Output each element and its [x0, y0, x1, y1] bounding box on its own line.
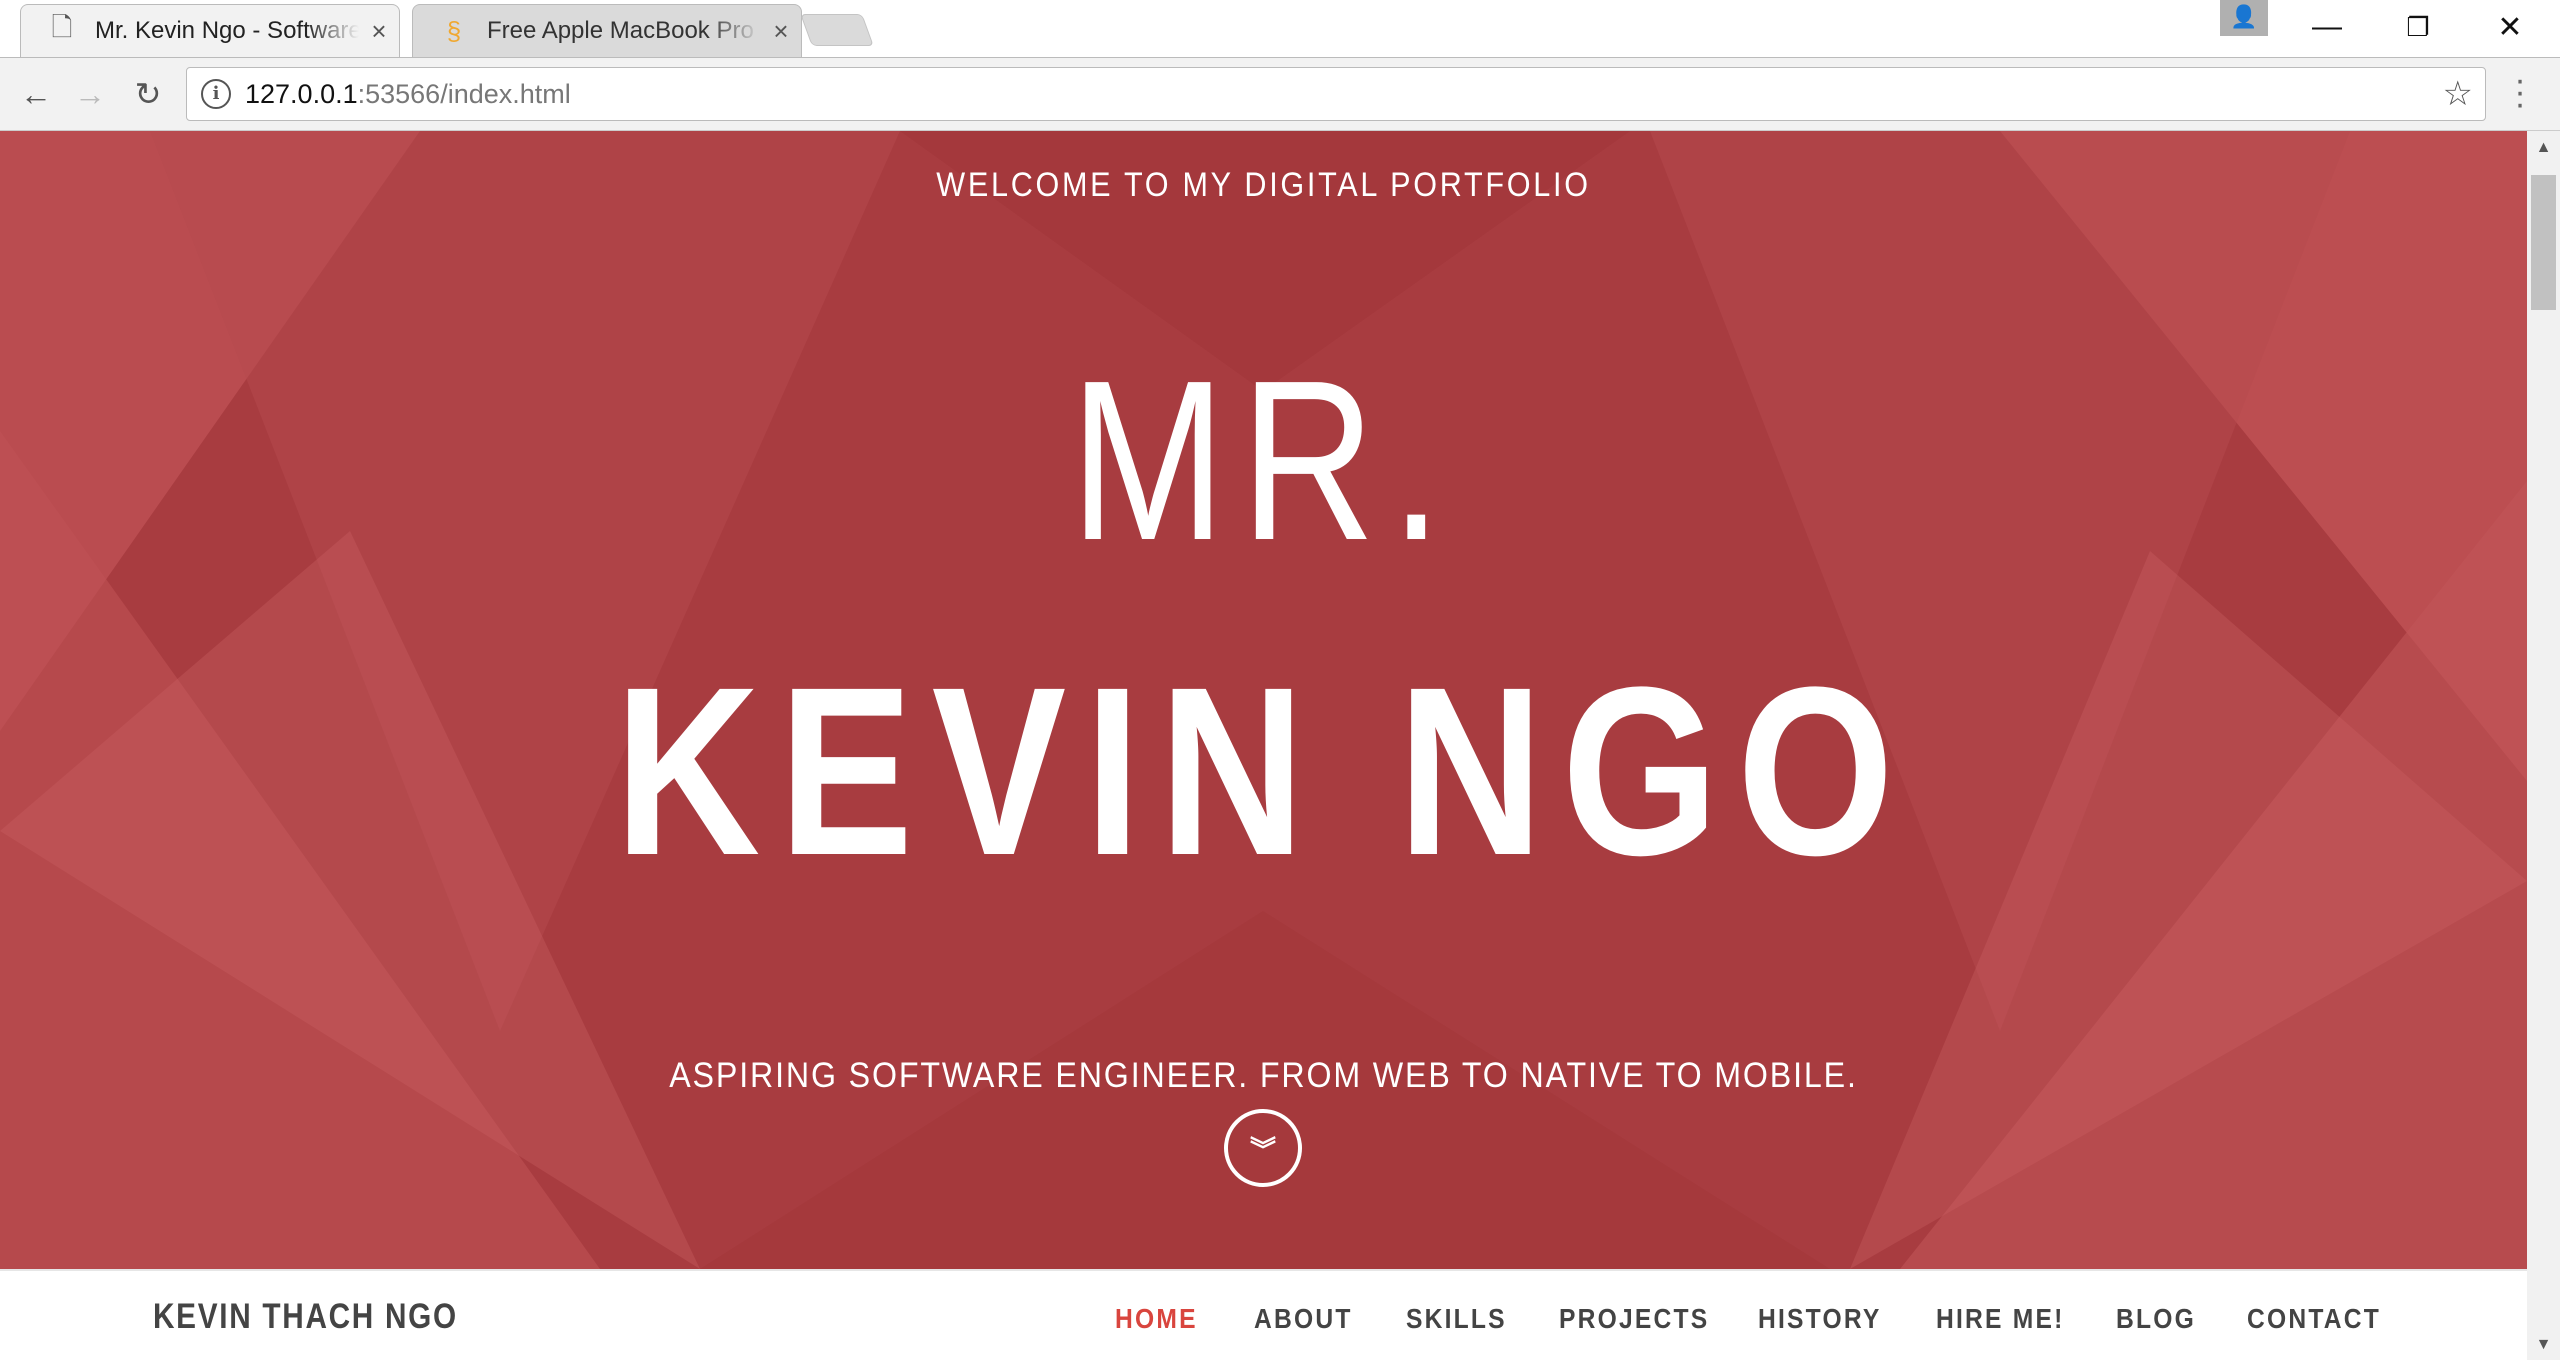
nav-projects[interactable]: PROJECTS — [1559, 1303, 1709, 1335]
info-icon[interactable]: i — [201, 79, 231, 109]
address-bar[interactable]: i 127.0.0.1:53566/index.html ☆ — [186, 67, 2486, 121]
stacked-coin-icon: § — [446, 15, 462, 46]
minimize-icon[interactable]: — — [2282, 0, 2372, 54]
hero-prefix: MR. — [1070, 334, 1457, 588]
tab-portfolio[interactable]: 🗋 Mr. Kevin Ngo - Software Engineer × — [20, 4, 400, 57]
nav-home[interactable]: HOME — [1115, 1303, 1198, 1335]
scrollbar-thumb[interactable] — [2531, 175, 2556, 310]
kebab-menu-icon[interactable]: · · · — [2505, 63, 2535, 121]
scroll-down-arrow-icon[interactable]: ▼ — [2527, 1336, 2560, 1354]
nav-contact[interactable]: CONTACT — [2247, 1303, 2381, 1335]
document-icon: 🗋 — [51, 12, 73, 42]
nav-hire-me[interactable]: HIRE ME! — [1936, 1303, 2064, 1335]
url-host: 127.0.0.1 — [245, 78, 358, 109]
close-tab-icon[interactable]: × — [761, 16, 801, 47]
url-path: :53566/index.html — [357, 78, 571, 109]
double-chevron-down-icon: ︾ — [1249, 1134, 1276, 1165]
close-window-icon[interactable]: ✕ — [2465, 0, 2555, 54]
hero-section: WELCOME TO MY DIGITAL PORTFOLIO MR. KEVI… — [0, 131, 2527, 1269]
tab-macbook[interactable]: § Free Apple MacBook Pro × — [412, 4, 802, 57]
hero-name: KEVIN NGO — [614, 637, 1913, 905]
nav-about[interactable]: ABOUT — [1254, 1303, 1353, 1335]
scroll-up-arrow-icon[interactable]: ▲ — [2527, 139, 2560, 157]
site-navbar: KEVIN THACH NGO HOME ABOUT SKILLS PROJEC… — [0, 1269, 2527, 1360]
site-logo[interactable]: KEVIN THACH NGO — [153, 1297, 458, 1337]
tab-title: Free Apple MacBook Pro — [487, 17, 754, 44]
scroll-down-button[interactable]: ︾ — [1224, 1109, 1302, 1187]
profile-icon[interactable]: 👤 — [2220, 0, 2268, 36]
page-scrollbar[interactable]: ▲ ▼ — [2527, 131, 2560, 1360]
nav-history[interactable]: HISTORY — [1758, 1303, 1882, 1335]
new-tab-button[interactable] — [800, 14, 874, 46]
forward-icon[interactable]: → — [66, 70, 114, 118]
tab-strip: 🗋 Mr. Kevin Ngo - Software Engineer × § … — [0, 0, 2560, 57]
hero-tagline: ASPIRING SOFTWARE ENGINEER. FROM WEB TO … — [669, 1056, 1858, 1095]
reload-icon[interactable]: ↻ — [124, 70, 172, 118]
close-tab-icon[interactable]: × — [359, 16, 399, 47]
nav-blog[interactable]: BLOG — [2116, 1303, 2196, 1335]
welcome-text: WELCOME TO MY DIGITAL PORTFOLIO — [936, 166, 1591, 204]
restore-icon[interactable]: ❐ — [2373, 0, 2463, 54]
browser-toolbar: ← → ↻ i 127.0.0.1:53566/index.html ☆ · · · — [0, 57, 2560, 131]
tab-title: Mr. Kevin Ngo - Software Engineer — [95, 17, 359, 44]
back-icon[interactable]: ← — [12, 70, 60, 118]
bookmark-star-icon[interactable]: ☆ — [2443, 74, 2473, 114]
nav-skills[interactable]: SKILLS — [1406, 1303, 1507, 1335]
